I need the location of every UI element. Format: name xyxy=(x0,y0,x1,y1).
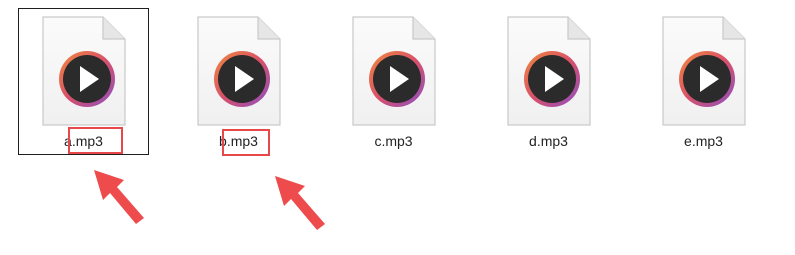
extension-highlight-box xyxy=(222,129,270,156)
red-arrow-icon xyxy=(275,176,325,230)
audio-file-icon xyxy=(42,16,126,126)
file-item-e[interactable]: e.mp3 xyxy=(638,8,769,155)
file-item-d[interactable]: d.mp3 xyxy=(483,8,614,155)
file-name-label: c.mp3 xyxy=(374,133,413,149)
audio-file-icon xyxy=(662,16,746,126)
extension-highlight-box xyxy=(68,127,123,154)
audio-file-icon xyxy=(507,16,591,126)
audio-file-icon xyxy=(197,16,281,126)
file-name-label: d.mp3 xyxy=(529,133,568,149)
file-name-label: e.mp3 xyxy=(684,133,723,149)
audio-file-icon xyxy=(352,16,436,126)
file-item-c[interactable]: c.mp3 xyxy=(328,8,459,155)
red-arrow-icon xyxy=(94,170,144,224)
